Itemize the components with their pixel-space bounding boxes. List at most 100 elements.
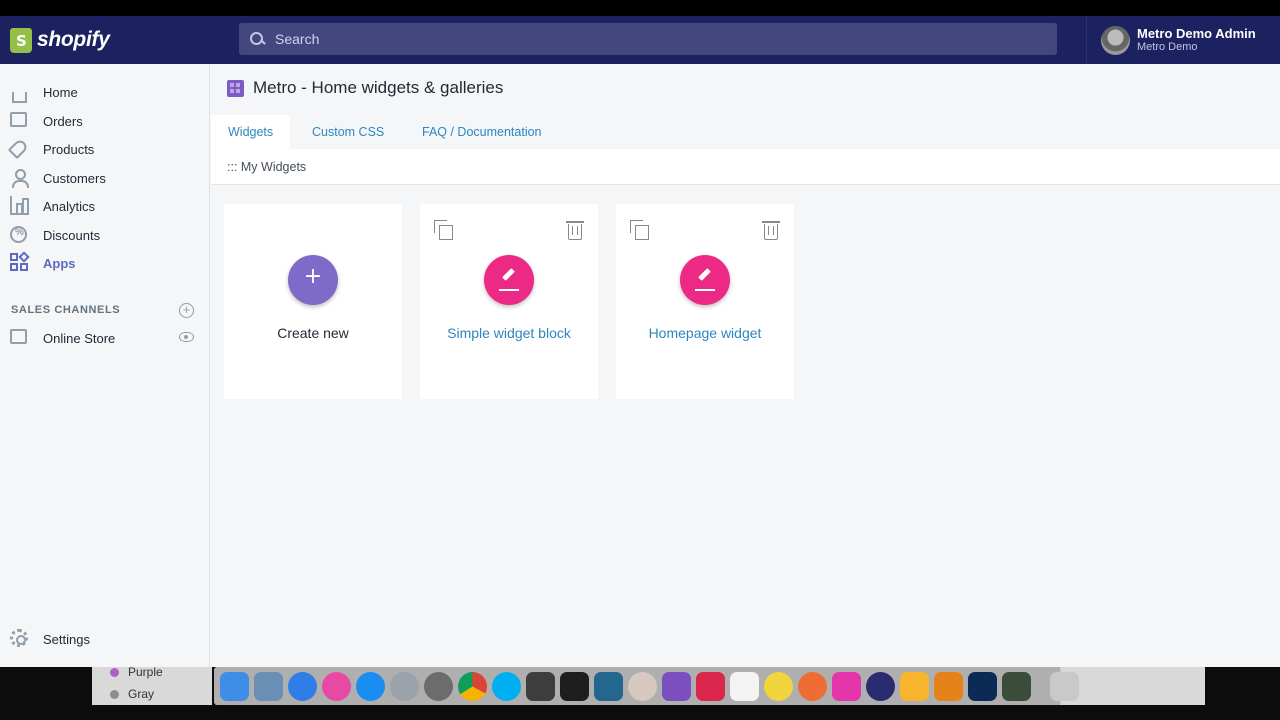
textedit-icon[interactable] [730,671,759,701]
create-new-card[interactable]: + Create new [224,204,402,399]
widget-card[interactable]: Simple widget block [420,204,598,399]
sidebar-item-products[interactable]: Products [0,135,210,163]
postman-icon[interactable] [798,671,827,701]
gear-icon [10,629,28,647]
sidebar-item-customers[interactable]: Customers [0,164,210,192]
tag-purple[interactable]: Purple [110,665,163,679]
shopify-logo[interactable]: shopify [0,16,210,64]
background-window [1060,667,1205,705]
sidebar-item-orders[interactable]: Orders [0,107,210,135]
sidebar-item-apps[interactable]: Apps [0,249,210,277]
apps-icon [10,251,30,272]
tab-faq-documentation[interactable]: FAQ / Documentation [405,115,559,149]
sidebar-item-label: Orders [43,113,83,129]
tag-icon [7,137,30,160]
sidebar-item-label: Home [43,84,78,100]
sublime-alt-icon[interactable] [934,671,963,701]
widget-link[interactable]: Homepage widget [616,325,794,341]
trash-icon[interactable] [1050,671,1079,701]
tab-widgets[interactable]: Widgets [211,115,291,149]
sidebar-item-label: Customers [43,170,106,186]
bar-chart-icon [10,196,29,215]
avatar [1101,25,1130,55]
create-new-button[interactable]: + [288,255,338,305]
card-label: Create new [277,325,349,341]
sidebar-item-label: Apps [43,255,76,271]
copy-icon[interactable] [434,220,454,240]
launchpad-icon[interactable] [390,671,419,701]
screen: shopify Search Metro Demo Admin Metro De… [0,0,1280,720]
trash-icon[interactable] [566,221,584,240]
lemon-icon[interactable] [764,671,793,701]
widget-link[interactable]: Simple widget block [420,325,598,341]
shopify-bag-icon [10,27,32,53]
shopify-admin-window: shopify Search Metro Demo Admin Metro De… [0,16,1280,667]
tab-custom-css[interactable]: Custom CSS [295,115,401,149]
main-content: Metro - Home widgets & galleries Widgets… [211,64,1280,667]
search-input[interactable]: Search [239,23,1057,55]
sidebar-item-settings[interactable]: Settings [0,625,210,653]
breadcrumb-bar: ::: My Widgets [211,149,1280,185]
orders-icon [10,112,27,127]
sidebar-item-label: Online Store [43,330,116,346]
pencil-icon [502,268,515,281]
system-preferences-icon[interactable] [424,671,453,701]
sublime-icon[interactable] [526,671,555,701]
edit-widget-button[interactable] [484,255,534,305]
desktop-bottom: Purple Gray [0,665,1280,720]
screen-recorder-icon[interactable] [1002,671,1031,701]
store-icon [10,329,27,344]
photoshop-icon[interactable] [968,671,997,701]
preview-icon[interactable] [254,671,283,701]
app-store-icon[interactable] [356,671,385,701]
color-dot-icon [110,689,119,699]
chrome-icon[interactable] [458,671,487,701]
finder-tags-panel: Purple Gray [92,665,212,705]
sidebar-item-discounts[interactable]: Discounts [0,221,210,249]
breadcrumb: ::: My Widgets [227,160,307,174]
sidebar-item-label: Analytics [43,198,96,214]
top-bar: shopify Search Metro Demo Admin Metro De… [0,16,1280,64]
widget-card[interactable]: Homepage widget [616,204,794,399]
tab-bar: Widgets Custom CSS FAQ / Documentation [211,115,1280,149]
skype-icon[interactable] [492,671,521,701]
page-title: Metro - Home widgets & galleries [253,78,504,97]
sketch-icon[interactable] [900,671,929,701]
plus-icon: + [303,264,323,289]
sidebar-item-analytics[interactable]: Analytics [0,192,210,220]
sales-channels-heading: SALES CHANNELS [11,304,121,316]
tag-label: Purple [128,665,163,679]
add-sales-channel-icon[interactable]: + [179,303,194,318]
user-name: Metro Demo Admin [1137,25,1256,41]
person-icon [10,168,29,188]
color-dot-icon [110,667,119,677]
color-picker-icon[interactable] [628,671,657,701]
terminal-icon[interactable] [560,671,589,701]
edit-widget-button[interactable] [680,255,730,305]
finder-icon[interactable] [220,671,249,701]
sidebar-item-home[interactable]: Home [0,78,210,106]
graphql-icon[interactable] [832,671,861,701]
moon-icon[interactable] [866,671,895,701]
logo-text: shopify [37,28,110,51]
home-icon [12,92,27,103]
sidebar-item-label: Discounts [43,227,101,243]
itunes-icon[interactable] [322,671,351,701]
user-menu[interactable]: Metro Demo Admin Metro Demo [1086,16,1280,64]
eye-icon[interactable] [179,332,194,342]
user-store: Metro Demo [1137,40,1198,53]
dock [214,667,1079,705]
search-icon [249,31,265,47]
copy-icon[interactable] [630,220,650,240]
window-top-edge [0,0,1280,16]
dash-icon[interactable] [662,671,691,701]
safari-icon[interactable] [288,671,317,701]
vscode-icon[interactable] [594,671,623,701]
tag-gray[interactable]: Gray [110,687,154,701]
trash-icon[interactable] [762,221,780,240]
app-grid-icon [227,79,244,97]
sidebar: Home Orders Products Customers Analytics… [0,64,210,667]
pencil-icon [698,268,711,281]
todoist-icon[interactable] [696,671,725,701]
discount-icon [10,226,27,243]
